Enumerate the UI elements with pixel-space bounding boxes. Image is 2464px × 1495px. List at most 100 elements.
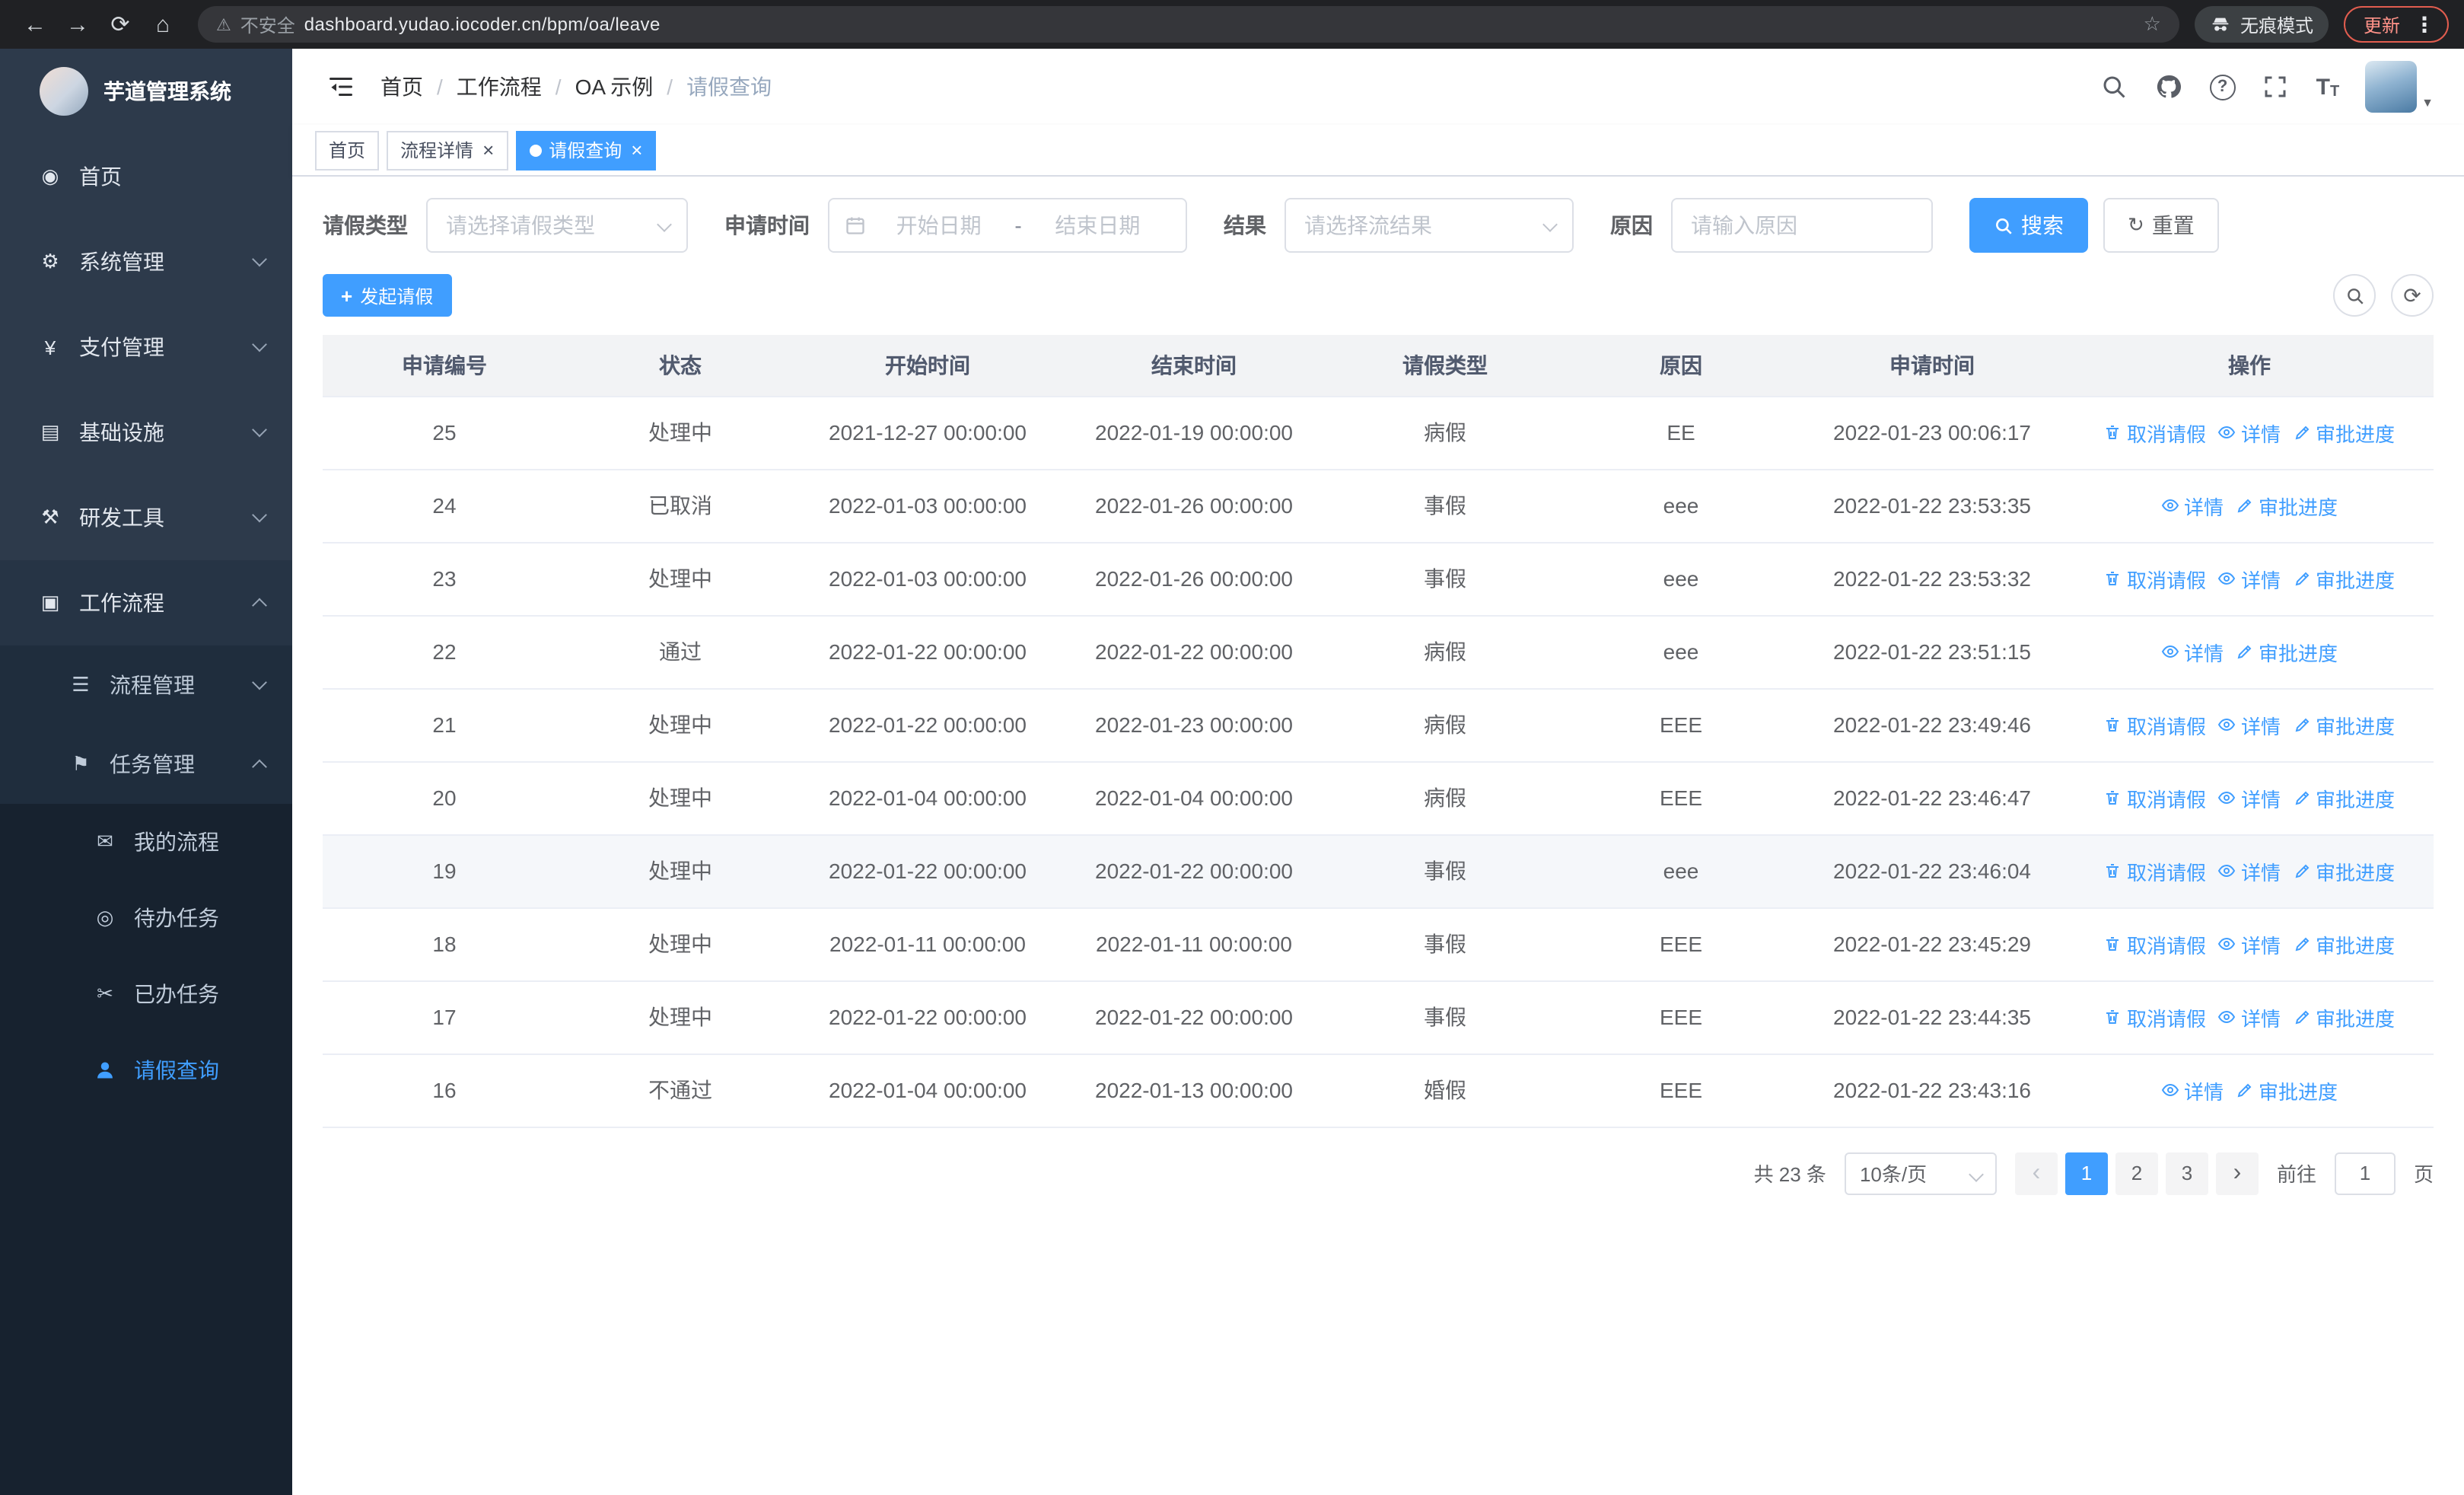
pagination-prev-button[interactable]: ‹ xyxy=(2014,1152,2058,1194)
close-icon[interactable]: × xyxy=(482,140,494,160)
breadcrumb-item-workflow[interactable]: 工作流程 xyxy=(457,72,542,102)
approval-progress-link[interactable]: 审批进度 xyxy=(2236,1076,2338,1105)
user-menu[interactable]: ▼ xyxy=(2365,61,2434,113)
font-size-icon[interactable]: TT xyxy=(2316,74,2340,100)
goto-page-input[interactable] xyxy=(2334,1152,2396,1194)
detail-link[interactable]: 详情 xyxy=(2218,856,2281,885)
tab-home[interactable]: 首页 xyxy=(315,130,380,170)
cancel-leave-link[interactable]: 取消请假 xyxy=(2104,564,2206,593)
sidebar-item-workflow[interactable]: ▣ 工作流程 xyxy=(0,560,292,645)
approval-progress-link[interactable]: 审批进度 xyxy=(2293,710,2395,739)
toggle-search-button[interactable] xyxy=(2333,274,2376,317)
approval-progress-link[interactable]: 审批进度 xyxy=(2236,637,2338,666)
browser-back-button[interactable]: ← xyxy=(15,5,55,44)
sidebar-item-home[interactable]: ◉ 首页 xyxy=(0,134,292,219)
tab-process-detail[interactable]: 流程详情 × xyxy=(387,130,508,170)
detail-link[interactable]: 详情 xyxy=(2161,491,2224,520)
update-label: 更新 xyxy=(2363,14,2400,36)
close-icon[interactable]: × xyxy=(631,140,642,160)
breadcrumb-item-home[interactable]: 首页 xyxy=(380,72,423,102)
tab-leave-query[interactable]: 请假查询 × xyxy=(515,130,657,170)
sidebar-item-leave-query[interactable]: 请假查询 xyxy=(0,1032,292,1108)
approval-progress-link[interactable]: 审批进度 xyxy=(2236,491,2338,520)
detail-link[interactable]: 详情 xyxy=(2161,637,2224,666)
search-icon[interactable] xyxy=(2100,72,2129,101)
cell-end: 2022-01-22 00:00:00 xyxy=(1061,615,1327,689)
cell-actions: 详情 审批进度 xyxy=(2065,469,2434,543)
cancel-leave-link[interactable]: 取消请假 xyxy=(2104,783,2206,812)
warning-icon: ⚠ xyxy=(216,16,231,34)
sidebar-item-done-tasks[interactable]: ✂ 已办任务 xyxy=(0,956,292,1032)
sidebar-item-payment-management[interactable]: ¥ 支付管理 xyxy=(0,304,292,390)
sidebar-item-my-processes[interactable]: ✉ 我的流程 xyxy=(0,804,292,880)
cell-actions: 取消请假 详情 审批进度 xyxy=(2065,761,2434,835)
cancel-leave-link[interactable]: 取消请假 xyxy=(2104,1003,2206,1031)
sidebar-item-system-management[interactable]: ⚙ 系统管理 xyxy=(0,219,292,304)
pagination-page-3[interactable]: 3 xyxy=(2165,1152,2208,1194)
screen: ← → ⟳ ⌂ ⚠ 不安全 dashboard.yudao.iocoder.cn… xyxy=(0,0,2464,1495)
bookmark-star-icon[interactable]: ☆ xyxy=(2144,12,2161,37)
approval-progress-link[interactable]: 审批进度 xyxy=(2293,418,2395,447)
action-label: 详情 xyxy=(2183,1080,2224,1103)
cancel-leave-link[interactable]: 取消请假 xyxy=(2104,418,2206,447)
filter-form: 请假类型 请选择请假类型 申请时间 开始日期 - 结束日期 结果 请选择流结果 … xyxy=(323,198,2434,253)
cell-id: 20 xyxy=(323,761,566,835)
app-title: 芋道管理系统 xyxy=(103,79,231,104)
breadcrumb-item-leave-query: 请假查询 xyxy=(686,75,772,99)
leave-table: 申请编号 状态 开始时间 结束时间 请假类型 原因 申请时间 操作 25 处理中 2021-12-… xyxy=(323,335,2434,1127)
refresh-table-button[interactable]: ⟳ xyxy=(2391,274,2434,317)
apply-time-range-picker[interactable]: 开始日期 - 结束日期 xyxy=(828,198,1187,253)
action-label: 详情 xyxy=(2183,496,2224,518)
cell-applied: 2022-01-22 23:53:35 xyxy=(1799,469,2065,543)
action-label: 取消请假 xyxy=(2126,788,2206,811)
browser-forward-button[interactable]: → xyxy=(58,5,97,44)
approval-progress-link[interactable]: 审批进度 xyxy=(2293,1003,2395,1031)
detail-link[interactable]: 详情 xyxy=(2218,418,2281,447)
sidebar-item-infrastructure[interactable]: ▤ 基础设施 xyxy=(0,390,292,475)
detail-link[interactable]: 详情 xyxy=(2218,710,2281,739)
sidebar-item-todo-tasks[interactable]: ◎ 待办任务 xyxy=(0,880,292,956)
leave-type-select[interactable]: 请选择请假类型 xyxy=(426,198,688,253)
cancel-leave-link[interactable]: 取消请假 xyxy=(2104,856,2206,885)
sidebar-item-dev-tools[interactable]: ⚒ 研发工具 xyxy=(0,475,292,560)
browser-reload-button[interactable]: ⟳ xyxy=(100,5,140,44)
approval-progress-link[interactable]: 审批进度 xyxy=(2293,564,2395,593)
approval-progress-link[interactable]: 审批进度 xyxy=(2293,783,2395,812)
browser-update-button[interactable]: 更新 ⋮ xyxy=(2343,6,2449,43)
action-label: 审批进度 xyxy=(2316,788,2396,811)
page-size-select[interactable]: 10条/页 xyxy=(1844,1152,1997,1194)
create-leave-button[interactable]: + 发起请假 xyxy=(323,274,452,317)
browser-home-button[interactable]: ⌂ xyxy=(143,5,183,44)
app-logo[interactable]: 芋道管理系统 xyxy=(0,49,292,134)
breadcrumb-item-oa-example[interactable]: OA 示例 xyxy=(575,72,654,102)
address-bar[interactable]: ⚠ 不安全 dashboard.yudao.iocoder.cn/bpm/oa/… xyxy=(198,6,2179,43)
detail-link[interactable]: 详情 xyxy=(2161,1076,2224,1105)
pagination-page-2[interactable]: 2 xyxy=(2115,1152,2158,1194)
pagination-page-1[interactable]: 1 xyxy=(2064,1152,2108,1194)
reason-input[interactable] xyxy=(1671,198,1933,253)
approval-progress-link[interactable]: 审批进度 xyxy=(2293,929,2395,958)
detail-link[interactable]: 详情 xyxy=(2218,783,2281,812)
eye-icon xyxy=(2161,496,2179,515)
cancel-leave-link[interactable]: 取消请假 xyxy=(2104,710,2206,739)
approval-progress-link[interactable]: 审批进度 xyxy=(2293,856,2395,885)
fullscreen-icon[interactable] xyxy=(2262,72,2291,101)
sidebar-item-task-management[interactable]: ⚑ 任务管理 xyxy=(0,725,292,804)
help-icon[interactable]: ? xyxy=(2209,74,2236,100)
sidebar-collapse-icon[interactable] xyxy=(326,72,356,102)
detail-link[interactable]: 详情 xyxy=(2218,1003,2281,1031)
browser-menu-icon[interactable]: ⋮ xyxy=(2414,11,2435,37)
chevron-down-icon xyxy=(657,217,672,232)
cell-id: 25 xyxy=(323,396,566,470)
detail-link[interactable]: 详情 xyxy=(2218,929,2281,958)
detail-link[interactable]: 详情 xyxy=(2218,564,2281,593)
reset-button[interactable]: ↻ 重置 xyxy=(2103,198,2219,253)
search-button[interactable]: 搜索 xyxy=(1969,198,2088,253)
pagination-next-button[interactable]: › xyxy=(2215,1152,2259,1194)
result-select[interactable]: 请选择流结果 xyxy=(1285,198,1574,253)
cell-reason: eee xyxy=(1563,542,1799,616)
github-icon[interactable] xyxy=(2155,72,2184,101)
caret-down-icon: ▼ xyxy=(2421,96,2434,110)
sidebar-item-process-management[interactable]: ☰ 流程管理 xyxy=(0,645,292,725)
cancel-leave-link[interactable]: 取消请假 xyxy=(2104,929,2206,958)
